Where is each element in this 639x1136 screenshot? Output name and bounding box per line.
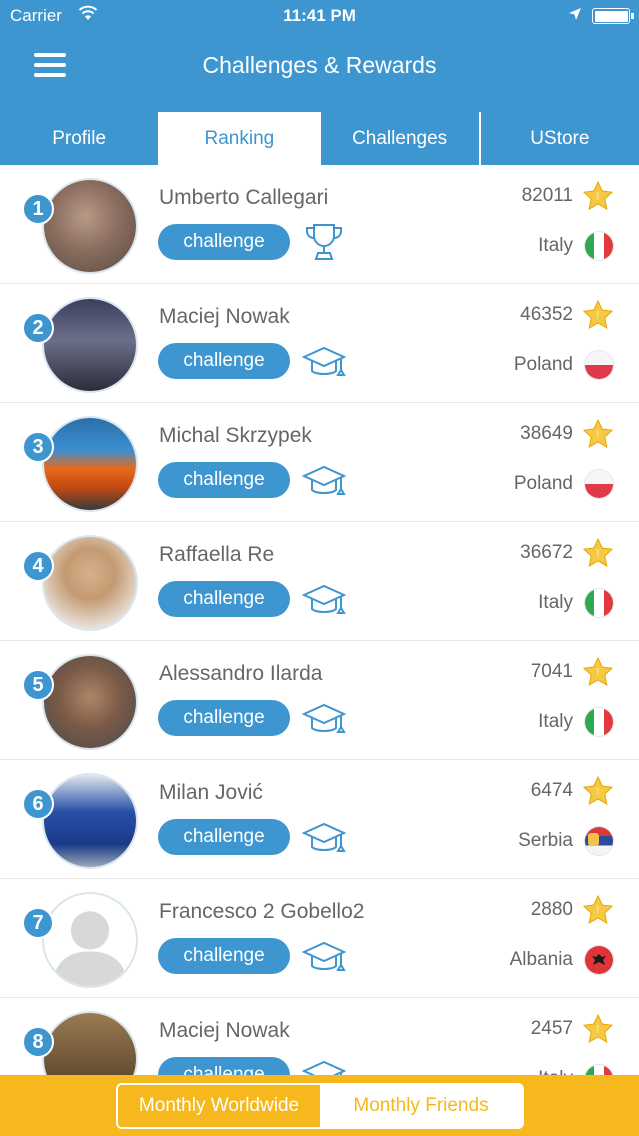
page-title: Challenges & Rewards: [202, 52, 437, 78]
albania-flag-icon: [584, 945, 614, 975]
country-name: Italy: [538, 592, 573, 613]
tab-ranking[interactable]: Ranking: [158, 112, 319, 165]
graduation-cap-icon: [300, 936, 348, 976]
italy-flag-icon: [584, 588, 614, 618]
avatar[interactable]: [42, 535, 138, 631]
country-name: Serbia: [518, 830, 573, 851]
battery-icon: [592, 8, 634, 24]
rank-badge: 5: [22, 669, 54, 701]
graduation-cap-icon: [300, 579, 348, 619]
rank-badge: 6: [22, 788, 54, 820]
ranking-row[interactable]: 4 Raffaella Re challenge 36672 Italy: [0, 522, 639, 641]
avatar[interactable]: [42, 178, 138, 274]
star-icon: [582, 1013, 614, 1045]
ranking-row[interactable]: 5 Alessandro Ilarda challenge 7041 Italy: [0, 641, 639, 760]
italy-flag-icon: [584, 707, 614, 737]
avatar[interactable]: [42, 1011, 138, 1075]
rank-badge: 1: [22, 193, 54, 225]
rank-badge: 8: [22, 1026, 54, 1058]
ranking-row[interactable]: 8 Maciej Nowak challenge 2457 Italy: [0, 998, 639, 1075]
graduation-cap-icon: [300, 1055, 348, 1075]
star-icon: [582, 180, 614, 212]
country-name: Albania: [509, 949, 573, 970]
graduation-cap-icon: [300, 460, 348, 500]
rank-badge: 7: [22, 907, 54, 939]
tab-challenges[interactable]: Challenges: [318, 112, 479, 165]
country-name: Italy: [538, 235, 573, 256]
poland-flag-icon: [584, 469, 614, 499]
rank-badge: 4: [22, 550, 54, 582]
bottom-bar: Monthly Worldwide Monthly Friends: [0, 1075, 639, 1136]
monthly-worldwide-segment[interactable]: Monthly Worldwide: [118, 1085, 320, 1127]
country-name: Poland: [513, 354, 573, 375]
poland-flag-icon: [584, 350, 614, 380]
user-name[interactable]: Maciej Nowak: [159, 305, 290, 329]
app-header: Carrier 11:41 PM Challenges & Rewards: [0, 0, 639, 112]
country-name: Italy: [538, 711, 573, 732]
user-name[interactable]: Raffaella Re: [159, 543, 274, 567]
monthly-friends-segment[interactable]: Monthly Friends: [320, 1085, 522, 1127]
ranking-row[interactable]: 6 Milan Jović challenge 6474 Serbia: [0, 760, 639, 879]
country-name: Italy: [538, 1068, 573, 1075]
star-icon: [582, 656, 614, 688]
challenge-button[interactable]: challenge: [158, 343, 290, 379]
score: 38649: [520, 423, 573, 444]
clock: 11:41 PM: [283, 6, 356, 25]
score: 82011: [521, 185, 573, 206]
rank-badge: 3: [22, 431, 54, 463]
score: 2457: [530, 1018, 573, 1039]
tab-ustore[interactable]: UStore: [478, 112, 639, 165]
user-name[interactable]: Maciej Nowak: [159, 1019, 290, 1043]
avatar[interactable]: [42, 773, 138, 869]
italy-flag-icon: [584, 231, 614, 261]
star-icon: [582, 537, 614, 569]
ranking-list[interactable]: 1 Umberto Callegari challenge 82011 Italy 2 Ma…: [0, 165, 639, 1075]
graduation-cap-icon: [300, 817, 348, 857]
score: 36672: [520, 542, 573, 563]
italy-flag-icon: [584, 1064, 614, 1075]
challenge-button[interactable]: challenge: [158, 819, 290, 855]
score: 2880: [530, 899, 573, 920]
star-icon: [582, 299, 614, 331]
challenge-button[interactable]: challenge: [158, 938, 290, 974]
challenge-button[interactable]: challenge: [158, 462, 290, 498]
period-segmented-control: Monthly Worldwide Monthly Friends: [116, 1083, 524, 1129]
country-name: Poland: [513, 473, 573, 494]
user-name[interactable]: Umberto Callegari: [159, 186, 328, 210]
ranking-row[interactable]: 3 Michal Skrzypek challenge 38649 Poland: [0, 403, 639, 522]
serbia-flag-icon: [584, 826, 614, 856]
user-name[interactable]: Alessandro Ilarda: [159, 662, 322, 686]
challenge-button[interactable]: challenge: [158, 224, 290, 260]
graduation-cap-icon: [300, 698, 348, 738]
star-icon: [582, 418, 614, 450]
avatar[interactable]: [42, 416, 138, 512]
trophy-icon: [300, 222, 348, 262]
avatar[interactable]: [42, 297, 138, 393]
score: 6474: [530, 780, 573, 801]
user-name[interactable]: Michal Skrzypek: [159, 424, 312, 448]
ranking-row[interactable]: 1 Umberto Callegari challenge 82011 Italy: [0, 165, 639, 284]
graduation-cap-icon: [300, 341, 348, 381]
rank-badge: 2: [22, 312, 54, 344]
status-bar: Carrier 11:41 PM: [0, 0, 639, 34]
avatar[interactable]: [42, 654, 138, 750]
challenge-button[interactable]: challenge: [158, 700, 290, 736]
user-name[interactable]: Francesco 2 Gobello2: [159, 900, 364, 924]
location-arrow-icon: [568, 7, 582, 26]
ranking-row[interactable]: 2 Maciej Nowak challenge 46352 Poland: [0, 284, 639, 403]
avatar[interactable]: [42, 892, 138, 988]
star-icon: [582, 894, 614, 926]
star-icon: [582, 775, 614, 807]
challenge-button[interactable]: challenge: [158, 581, 290, 617]
score: 7041: [530, 661, 573, 682]
ranking-row[interactable]: 7 Francesco 2 Gobello2 challenge 2880 Albani…: [0, 879, 639, 998]
user-name[interactable]: Milan Jović: [159, 781, 263, 805]
tab-profile[interactable]: Profile: [0, 112, 158, 165]
tab-bar: Profile Ranking Challenges UStore: [0, 112, 639, 165]
score: 46352: [520, 304, 573, 325]
challenge-button[interactable]: challenge: [158, 1057, 290, 1075]
